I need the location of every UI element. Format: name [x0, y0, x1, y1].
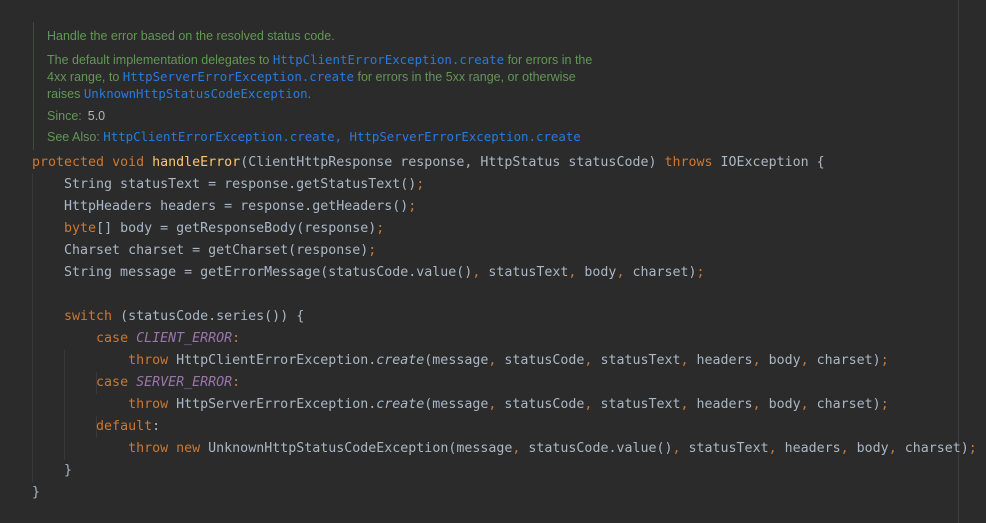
- code-line-method-signature[interactable]: protected void handleError(ClientHttpRes…: [32, 152, 982, 174]
- doc-see-also-label: See Also:: [47, 130, 104, 144]
- doc-since: Since: 5.0: [47, 109, 105, 123]
- code-line-close-brace[interactable]: }: [32, 460, 982, 482]
- code-line-close-brace[interactable]: }: [32, 482, 982, 504]
- code-line-case[interactable]: case SERVER_ERROR:: [32, 372, 982, 394]
- code-line-throw[interactable]: throw HttpClientErrorException.create(me…: [32, 350, 982, 372]
- enum-constant[interactable]: CLIENT_ERROR: [136, 331, 232, 346]
- code-editor[interactable]: protected void handleError(ClientHttpRes…: [32, 152, 982, 504]
- doc-link-server-error-create[interactable]: HttpServerErrorException.create: [123, 69, 354, 84]
- code-line-blank[interactable]: [32, 284, 982, 306]
- method-name[interactable]: handleError: [152, 155, 240, 170]
- doc-description-line-2: 4xx range, to HttpServerErrorException.c…: [47, 69, 576, 84]
- code-line[interactable]: String statusText = response.getStatusTe…: [32, 174, 982, 196]
- code-line[interactable]: String message = getErrorMessage(statusC…: [32, 262, 982, 284]
- javadoc-rendered-block: Handle the error based on the resolved s…: [33, 22, 654, 150]
- doc-link-client-error-create[interactable]: HttpClientErrorException.create: [273, 52, 504, 67]
- doc-since-label: Since:: [47, 109, 82, 123]
- code-line[interactable]: Charset charset = getCharset(response);: [32, 240, 982, 262]
- enum-constant[interactable]: SERVER_ERROR: [136, 375, 232, 390]
- code-line-throw[interactable]: throw new UnknownHttpStatusCodeException…: [32, 438, 982, 460]
- doc-summary: Handle the error based on the resolved s…: [47, 29, 335, 43]
- see-also-link-client[interactable]: HttpClientErrorException.create: [103, 129, 334, 144]
- code-line[interactable]: HttpHeaders headers = response.getHeader…: [32, 196, 982, 218]
- doc-see-also: See Also: HttpClientErrorException.creat…: [47, 129, 581, 144]
- doc-description-line-1: The default implementation delegates to …: [47, 52, 593, 67]
- code-line-case[interactable]: case CLIENT_ERROR:: [32, 328, 982, 350]
- code-line-throw[interactable]: throw HttpServerErrorException.create(me…: [32, 394, 982, 416]
- code-line-switch[interactable]: switch (statusCode.series()) {: [32, 306, 982, 328]
- doc-since-value: 5.0: [87, 109, 106, 123]
- see-also-link-server[interactable]: HttpServerErrorException.create: [349, 129, 580, 144]
- doc-link-unknown-status[interactable]: UnknownHttpStatusCodeException: [84, 86, 308, 101]
- code-line[interactable]: byte[] body = getResponseBody(response);: [32, 218, 982, 240]
- code-line-default[interactable]: default:: [32, 416, 982, 438]
- doc-description-line-3: raises UnknownHttpStatusCodeException.: [47, 86, 312, 101]
